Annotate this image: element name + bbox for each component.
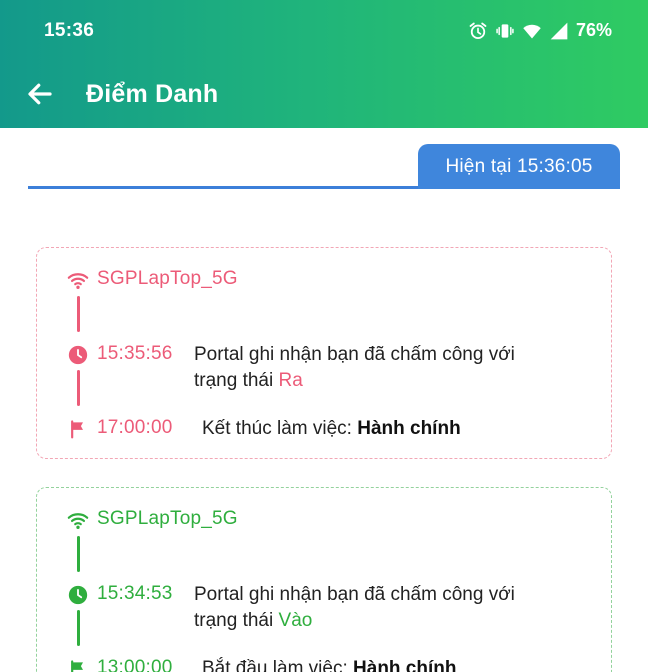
app-header: 15:36 76% Điểm Danh xyxy=(0,0,648,128)
timeline-connector xyxy=(77,370,80,406)
clock-icon xyxy=(67,344,89,366)
cellular-signal-icon xyxy=(549,21,569,41)
timeline-connector xyxy=(77,296,80,332)
check-time: 15:34:53 xyxy=(97,583,173,604)
current-time-bar: Hiện tại 15:36:05 xyxy=(28,144,620,192)
check-message-line2: trạng thái Vào xyxy=(194,608,515,634)
shift-info: Bắt đầu làm việc: Hành chính xyxy=(202,656,456,672)
status-bar: 15:36 76% xyxy=(0,0,648,60)
wifi-icon xyxy=(67,269,89,291)
status-time: 15:36 xyxy=(44,20,95,41)
clock-icon xyxy=(67,584,89,606)
shift-label: Bắt đầu làm việc: xyxy=(202,658,348,672)
status-value: Vào xyxy=(278,610,313,631)
attendance-card-out: SGPLapTop_5G 15:35:56 Portal ghi nhận bạ… xyxy=(36,247,612,459)
arrow-left-icon xyxy=(25,79,55,114)
back-button[interactable] xyxy=(22,78,58,114)
check-message-line1: Portal ghi nhận bạn đã chấm công với xyxy=(194,584,515,605)
shift-time: 13:00:00 xyxy=(97,657,173,672)
flag-icon xyxy=(67,418,89,440)
check-message: Portal ghi nhận bạn đã chấm công với trạ… xyxy=(194,342,515,394)
wifi-icon xyxy=(522,21,542,41)
wifi-icon xyxy=(67,509,89,531)
alarm-icon xyxy=(468,21,488,41)
status-icons: 76% xyxy=(468,20,612,41)
wifi-name: SGPLapTop_5G xyxy=(97,508,238,529)
battery-percent: 76% xyxy=(575,20,612,40)
shift-time: 17:00:00 xyxy=(97,417,173,438)
check-message-line1: Portal ghi nhận bạn đã chấm công với xyxy=(194,344,515,365)
check-message: Portal ghi nhận bạn đã chấm công với trạ… xyxy=(194,582,515,634)
shift-label: Kết thúc làm việc: xyxy=(202,418,352,439)
attendance-card-in: SGPLapTop_5G 15:34:53 Portal ghi nhận bạ… xyxy=(36,487,612,672)
vibrate-icon xyxy=(495,21,515,41)
shift-type: Hành chính xyxy=(357,418,461,439)
shift-type: Hành chính xyxy=(353,658,457,672)
shift-info: Kết thúc làm việc: Hành chính xyxy=(202,416,461,442)
timeline-connector xyxy=(77,536,80,572)
toolbar: Điểm Danh xyxy=(0,70,648,120)
wifi-name: SGPLapTop_5G xyxy=(97,268,238,289)
current-time-chip: Hiện tại 15:36:05 xyxy=(418,144,620,189)
check-message-line2: trạng thái Ra xyxy=(194,368,515,394)
flag-icon xyxy=(67,658,89,672)
status-prefix: trạng thái xyxy=(194,610,274,631)
status-value: Ra xyxy=(278,370,303,391)
page-title: Điểm Danh xyxy=(86,80,219,108)
check-time: 15:35:56 xyxy=(97,343,173,364)
status-prefix: trạng thái xyxy=(194,370,274,391)
timeline-connector xyxy=(77,610,80,646)
